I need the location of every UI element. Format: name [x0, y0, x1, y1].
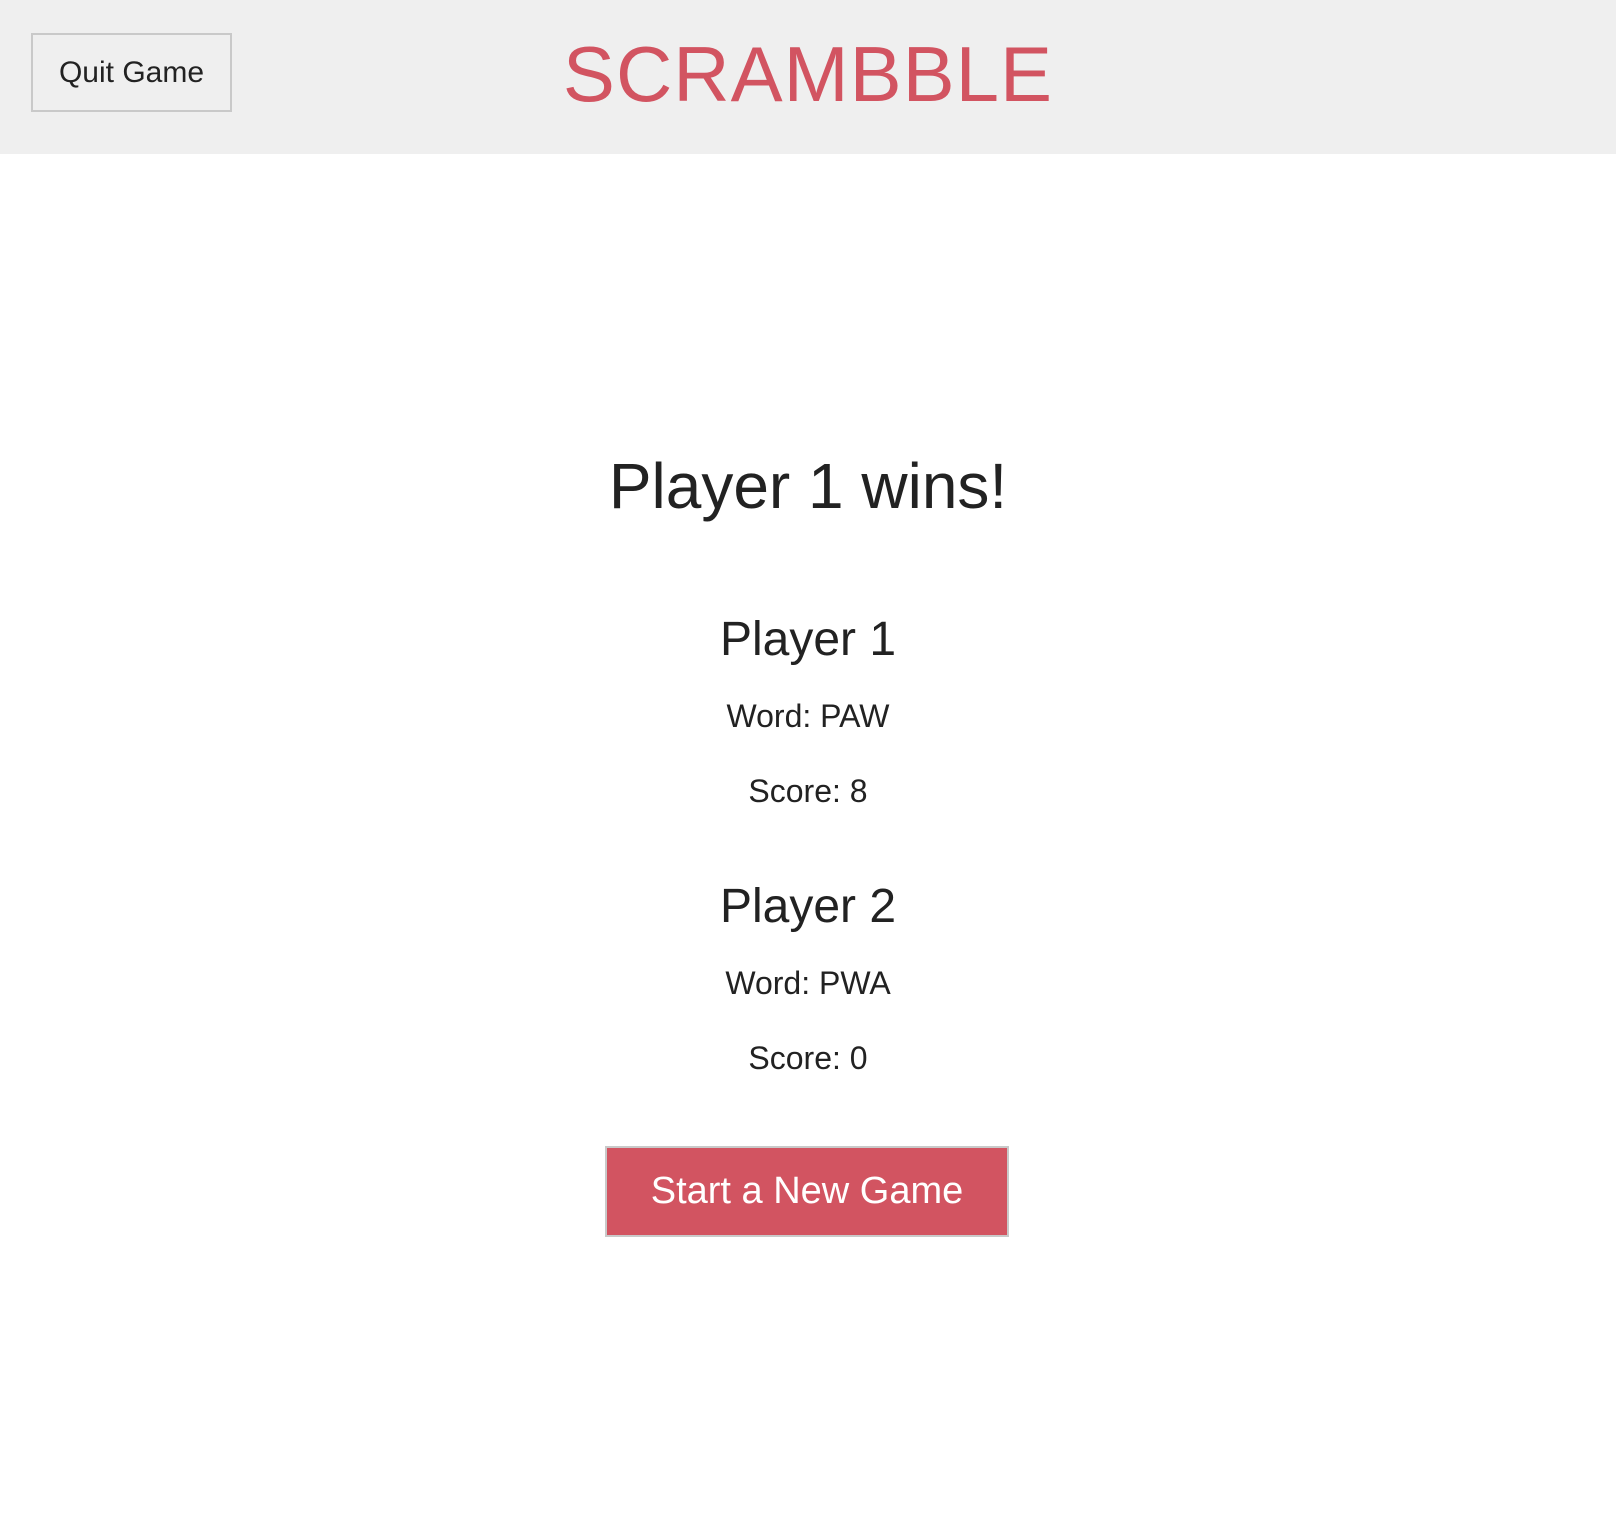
- player-1-score: Score: 8: [748, 773, 868, 809]
- app-title: SCRAMBBLE: [562, 30, 1054, 118]
- game-over-screen: Quit Game SCRAMBBLE Player 1 wins! Playe…: [0, 0, 1616, 1522]
- top-bar: Quit Game SCRAMBBLE: [0, 0, 1616, 154]
- start-new-game-button[interactable]: Start a New Game: [605, 1146, 1009, 1237]
- player-1-word: Word: PAW: [726, 698, 890, 734]
- player-2-word: Word: PWA: [725, 965, 891, 1001]
- player-1-name: Player 1: [719, 613, 897, 666]
- player-2-name: Player 2: [719, 880, 897, 933]
- winner-heading: Player 1 wins!: [608, 450, 1008, 522]
- player-2-score: Score: 0: [748, 1040, 868, 1076]
